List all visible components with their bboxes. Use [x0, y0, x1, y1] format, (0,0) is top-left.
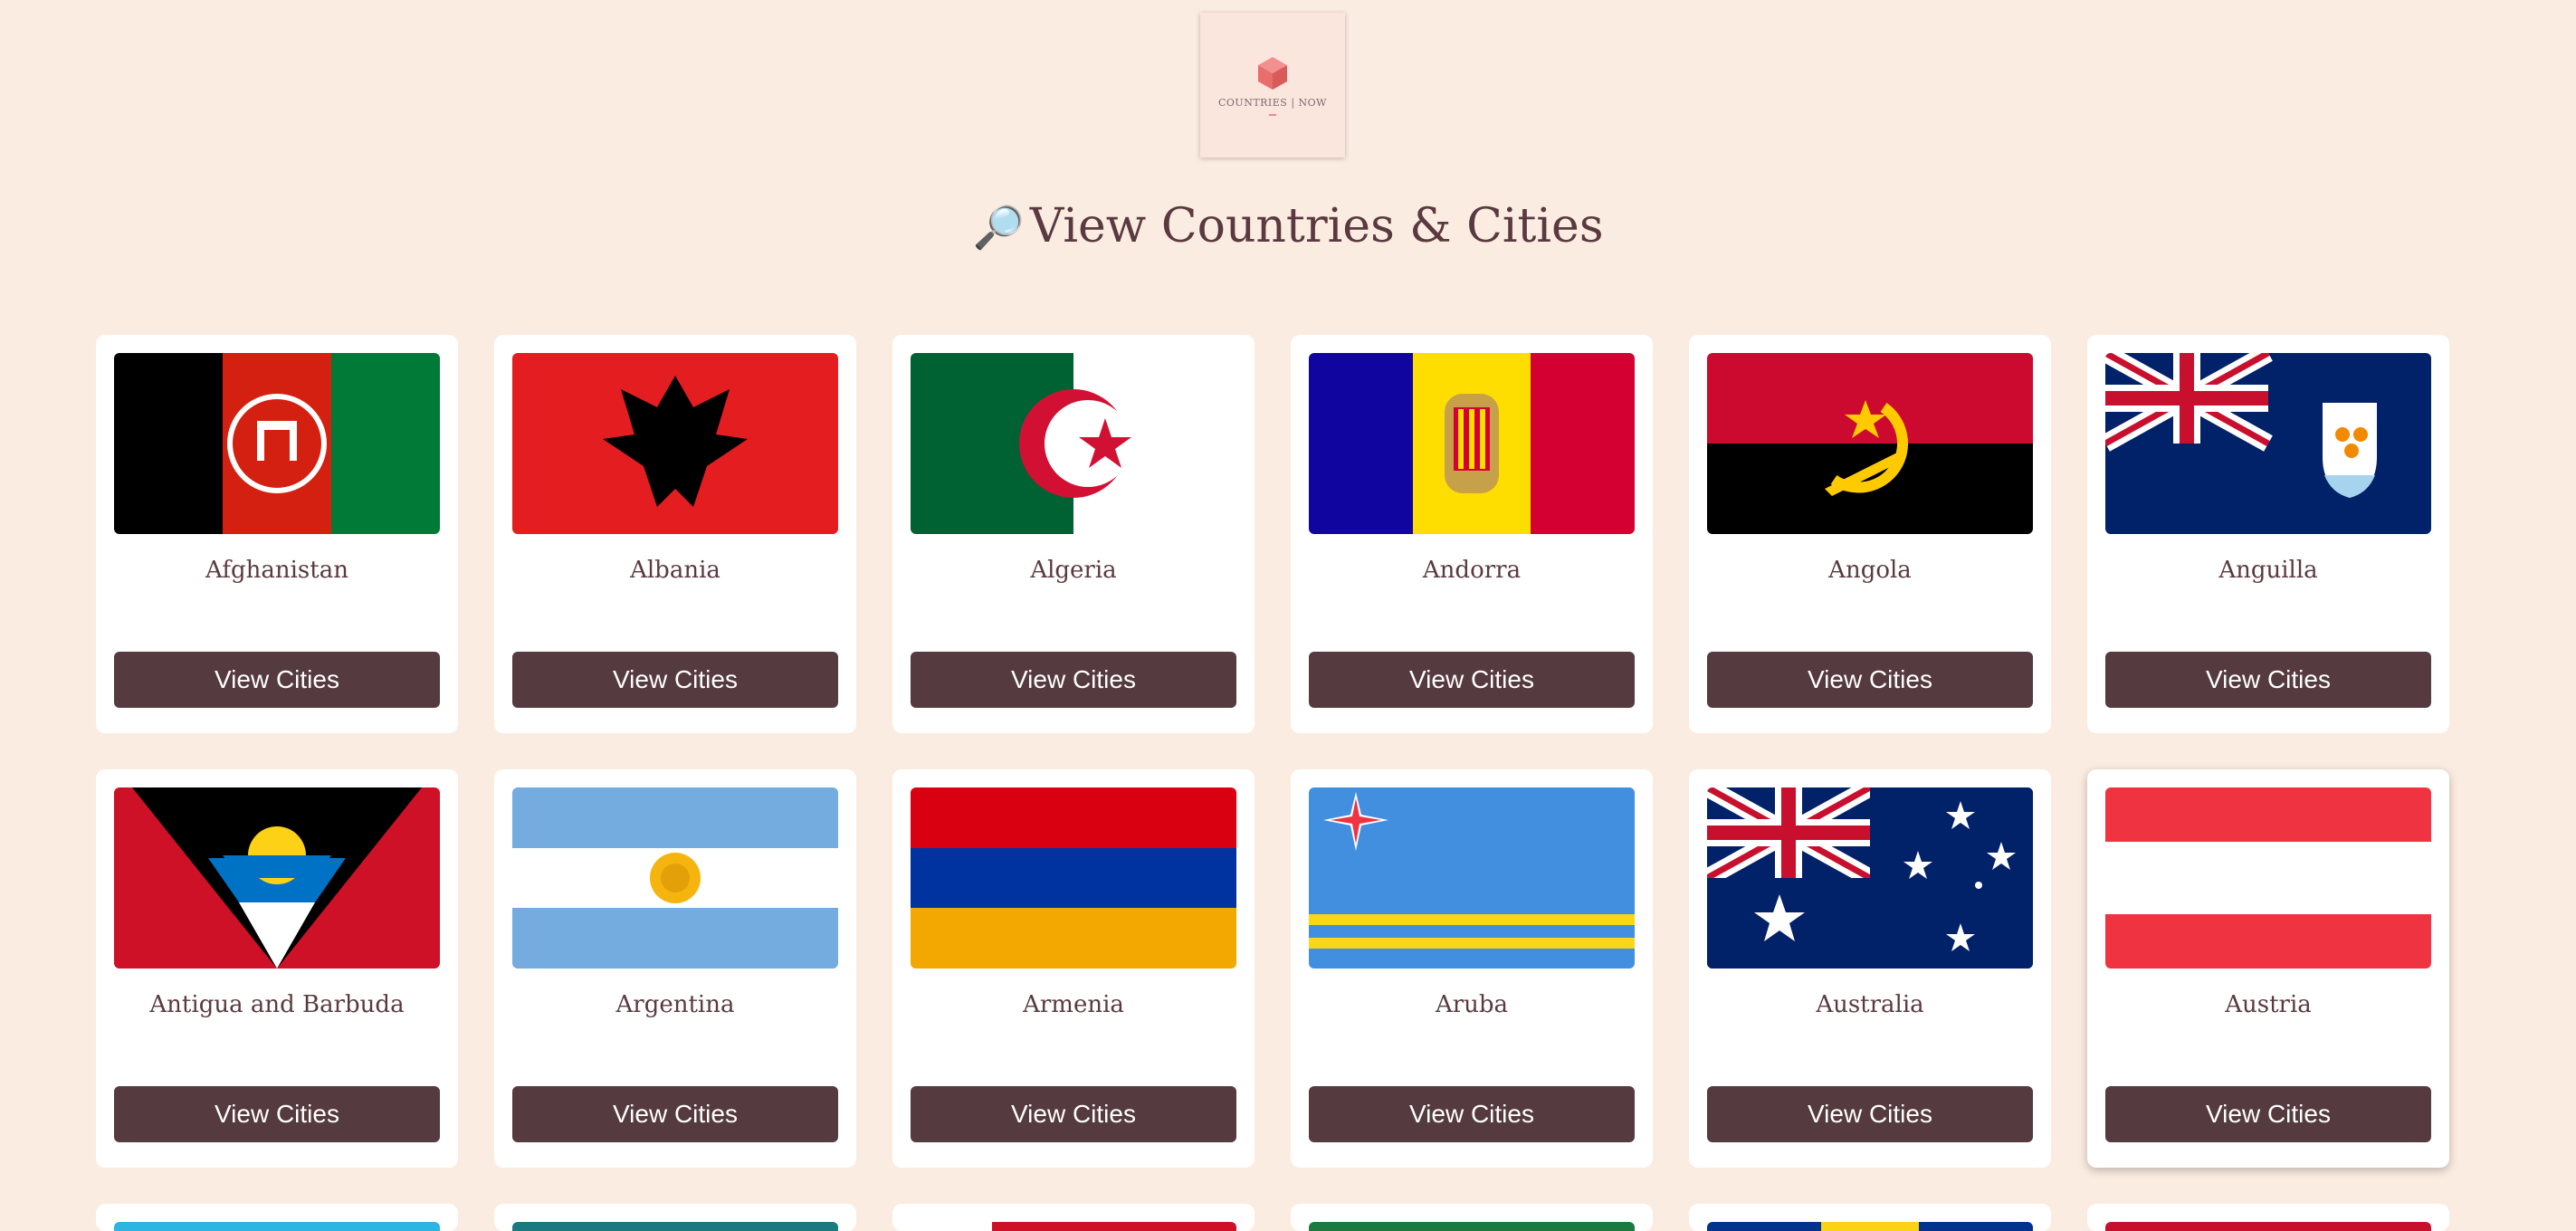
- country-name: Armenia: [1023, 991, 1124, 1018]
- country-name: Angola: [1828, 557, 1912, 584]
- country-name: Argentina: [615, 991, 735, 1018]
- view-cities-button[interactable]: View Cities: [2105, 1086, 2431, 1142]
- flag-partial: [512, 1222, 838, 1231]
- page-title-text: View Countries & Cities: [1029, 199, 1604, 253]
- logo-dash: [1269, 113, 1276, 116]
- view-cities-button[interactable]: View Cities: [114, 1086, 440, 1142]
- logo-brand-text: COUNTRIES | NOW: [1217, 96, 1327, 109]
- flag-algeria: [911, 353, 1236, 534]
- logo[interactable]: COUNTRIES | NOW: [1200, 13, 1345, 157]
- country-card-albania: Albania View Cities: [494, 335, 856, 733]
- country-card-partial: [96, 1204, 458, 1231]
- country-card-algeria: Algeria View Cities: [892, 335, 1255, 733]
- flag-partial: [911, 1222, 1236, 1231]
- country-name: Andorra: [1422, 557, 1522, 584]
- country-card-partial: [1291, 1204, 1653, 1231]
- country-name: Algeria: [1030, 557, 1117, 584]
- view-cities-button[interactable]: View Cities: [114, 652, 440, 708]
- page-title: 🔎 View Countries & Cities: [0, 199, 2576, 253]
- country-card-anguilla: Anguilla View Cities: [2087, 335, 2449, 733]
- country-card-austria: Austria View Cities: [2087, 769, 2449, 1168]
- view-cities-button[interactable]: View Cities: [512, 652, 838, 708]
- flag-albania: [512, 353, 838, 534]
- country-card-armenia: Armenia View Cities: [892, 769, 1255, 1168]
- flag-argentina: [512, 787, 838, 969]
- view-cities-button[interactable]: View Cities: [1707, 1086, 2033, 1142]
- view-cities-button[interactable]: View Cities: [1309, 1086, 1635, 1142]
- country-name: Albania: [630, 557, 720, 584]
- flag-partial: [1309, 1222, 1635, 1231]
- view-cities-button[interactable]: View Cities: [2105, 652, 2431, 708]
- country-card-angola: Angola View Cities: [1689, 335, 2051, 733]
- flag-partial: [1707, 1222, 2033, 1231]
- country-card-partial: [892, 1204, 1255, 1231]
- flag-partial: [114, 1222, 440, 1231]
- flag-australia: [1707, 787, 2033, 969]
- flag-anguilla: [2105, 353, 2431, 534]
- flag-afghanistan: [114, 353, 440, 534]
- cube-logo-icon: [1258, 56, 1287, 90]
- view-cities-button[interactable]: View Cities: [1309, 652, 1635, 708]
- country-card-partial: [494, 1204, 856, 1231]
- country-card-partial: [1689, 1204, 2051, 1231]
- country-card-aruba: Aruba View Cities: [1291, 769, 1653, 1168]
- view-cities-button[interactable]: View Cities: [911, 652, 1236, 708]
- country-name: Anguilla: [2218, 557, 2318, 584]
- country-card-partial: [2087, 1204, 2449, 1231]
- view-cities-button[interactable]: View Cities: [1707, 652, 2033, 708]
- flag-andorra: [1309, 353, 1635, 534]
- view-cities-button[interactable]: View Cities: [911, 1086, 1236, 1142]
- country-card-afghanistan: Afghanistan View Cities: [96, 335, 458, 733]
- country-card-antigua-and-barbuda: Antigua and Barbuda View Cities: [96, 769, 458, 1168]
- country-name: Australia: [1816, 991, 1924, 1018]
- flag-austria: [2105, 787, 2431, 969]
- flag-partial: [2105, 1222, 2431, 1231]
- country-name: Austria: [2225, 991, 2312, 1018]
- country-card-argentina: Argentina View Cities: [494, 769, 856, 1168]
- flag-aruba: [1309, 787, 1635, 969]
- country-card-australia: Australia View Cities: [1689, 769, 2051, 1168]
- flag-angola: [1707, 353, 2033, 534]
- country-name: Afghanistan: [205, 557, 348, 584]
- country-card-andorra: Andorra View Cities: [1291, 335, 1653, 733]
- country-name: Antigua and Barbuda: [149, 991, 405, 1018]
- country-name: Aruba: [1435, 991, 1509, 1018]
- flag-antigua-and-barbuda: [114, 787, 440, 969]
- flag-armenia: [911, 787, 1236, 969]
- magnifier-icon: 🔎: [972, 203, 1025, 252]
- view-cities-button[interactable]: View Cities: [512, 1086, 838, 1142]
